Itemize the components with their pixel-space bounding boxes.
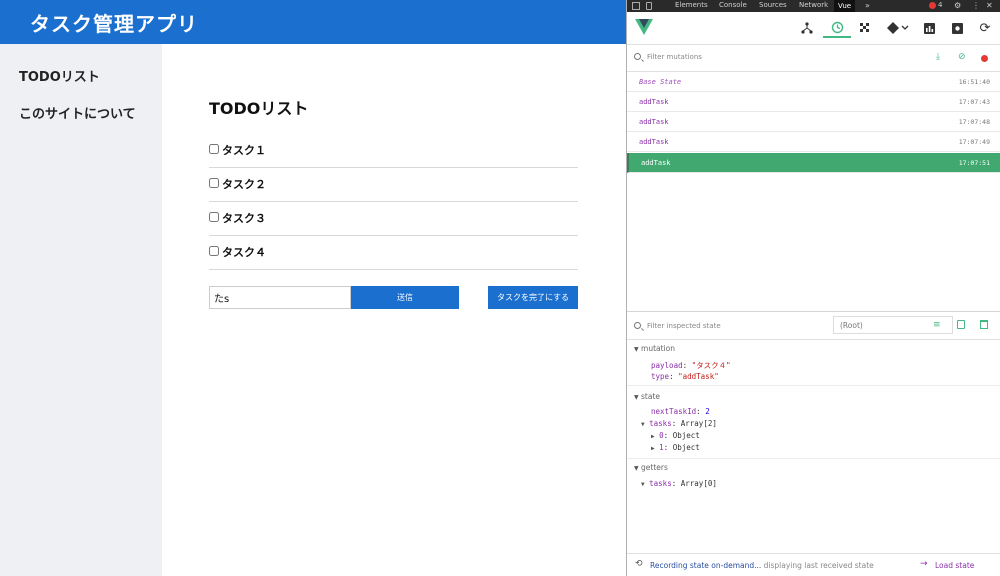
more-tabs-icon[interactable]: » — [865, 1, 870, 10]
mutations-filter-bar: Filter mutations ⤓ ⊘ — [627, 45, 1000, 72]
todo-app: タスク管理アプリ TODOリスト このサイトについて TODOリスト タスク１ … — [0, 0, 626, 576]
section-toggle[interactable]: ▼ getters — [634, 463, 668, 472]
task-item: タスク３ — [209, 202, 578, 236]
revert-all-icon[interactable]: ⊘ — [958, 52, 966, 62]
components-icon[interactable] — [795, 18, 819, 38]
stats-icon[interactable] — [917, 18, 941, 38]
mutation-section: ▼ mutation payload: "タスク４" type: "addTas… — [627, 340, 1000, 386]
complete-tasks-button[interactable]: タスクを完了にする — [488, 286, 578, 309]
app-header: タスク管理アプリ — [0, 0, 626, 44]
copy-icon[interactable] — [957, 320, 965, 329]
task-checkbox[interactable] — [209, 246, 219, 256]
tab-sources[interactable]: Sources — [759, 1, 787, 9]
type-row: type: "addTask" — [651, 372, 719, 381]
mutation-time: 17:07:49 — [958, 138, 990, 146]
getter-row[interactable]: ▼ tasks: Array[0] — [641, 479, 717, 488]
state-section: ▼ state nextTaskId: 2 ▼ tasks: Array[2] … — [627, 387, 1000, 459]
recording-status: Recording state on-demand... displaying … — [650, 561, 874, 570]
vue-toolbar: ⟳ — [627, 12, 1000, 45]
mutation-name: addTask — [639, 98, 669, 106]
state-filter-bar: Filter inspected state (Root) ≡ — [627, 312, 1000, 340]
inspect-element-icon[interactable] — [632, 2, 640, 10]
mutation-row[interactable]: addTask 17:07:48 — [627, 112, 1000, 132]
mutation-time: 17:07:43 — [958, 98, 990, 106]
commit-all-icon[interactable]: ⤓ — [936, 52, 940, 62]
task-checkbox[interactable] — [209, 212, 219, 222]
section-toggle[interactable]: ▼ state — [634, 392, 660, 401]
mutation-name: addTask — [639, 118, 669, 126]
mutation-row[interactable]: addTask 17:07:49 — [627, 132, 1000, 152]
mutation-name: addTask — [639, 138, 669, 146]
state-row[interactable]: ▶ 1: Object — [651, 443, 700, 452]
record-icon[interactable] — [981, 55, 988, 62]
settings-icon[interactable] — [945, 18, 969, 38]
paste-icon[interactable] — [980, 320, 988, 329]
search-icon — [634, 322, 641, 329]
tab-elements[interactable]: Elements — [675, 1, 708, 9]
error-icon — [929, 2, 936, 9]
mutation-row[interactable]: addTask 17:07:43 — [627, 92, 1000, 112]
payload-row: payload: "タスク４" — [651, 361, 731, 370]
task-item: タスク１ — [209, 134, 578, 168]
tab-console[interactable]: Console — [719, 1, 747, 9]
submit-button[interactable]: 送信 — [351, 286, 459, 309]
search-icon — [634, 53, 641, 60]
routing-icon[interactable] — [883, 18, 913, 38]
refresh-icon[interactable]: ⟳ — [973, 18, 997, 38]
load-state-button[interactable]: Load state — [935, 561, 974, 570]
history-icon[interactable] — [823, 18, 851, 38]
devtools-footer: ⟲ Recording state on-demand... displayin… — [627, 553, 1000, 576]
state-row[interactable]: ▶ 0: Object — [651, 431, 700, 440]
main-content: TODOリスト タスク１ タスク２ タスク３ タスク４ 送信 タスクを完了にする — [162, 44, 626, 576]
arrow-right-icon: → — [920, 559, 928, 569]
task-label: タスク３ — [222, 212, 266, 225]
new-task-input[interactable] — [209, 286, 351, 309]
task-checkbox[interactable] — [209, 178, 219, 188]
tab-vue[interactable]: Vue — [834, 0, 856, 12]
recording-icon: ⟲ — [635, 559, 643, 569]
nav-item-about[interactable]: このサイトについて — [19, 103, 136, 122]
getters-section: ▼ getters ▼ tasks: Array[0] — [627, 460, 1000, 496]
mutation-name: addTask — [641, 159, 671, 167]
filter-mutations-input[interactable]: Filter mutations — [647, 53, 702, 61]
mutation-row[interactable]: Base State 16:51:40 — [627, 72, 1000, 92]
task-checkbox[interactable] — [209, 144, 219, 154]
kebab-menu-icon[interactable]: ⋮ — [972, 1, 980, 10]
nav-item-todo-list[interactable]: TODOリスト — [19, 66, 100, 85]
sidebar: TODOリスト このサイトについて — [0, 44, 162, 576]
task-item: タスク２ — [209, 168, 578, 202]
page-title: TODOリスト — [209, 99, 309, 118]
app-title: タスク管理アプリ — [30, 12, 198, 36]
vue-logo-icon — [635, 19, 653, 35]
filter-state-input[interactable]: Filter inspected state — [647, 322, 721, 330]
mutation-time: 17:07:51 — [958, 159, 990, 167]
mutation-row-selected[interactable]: addTask 17:07:51 — [627, 153, 1000, 173]
mutation-time: 17:07:48 — [958, 118, 990, 126]
performance-icon[interactable] — [853, 18, 877, 38]
devtools-panel: Elements Console Sources Network Vue » 4… — [626, 0, 1000, 576]
mutation-name: Base State — [639, 78, 682, 86]
task-label: タスク４ — [222, 246, 266, 259]
close-icon[interactable]: ✕ — [986, 1, 993, 10]
state-row: nextTaskId: 2 — [651, 407, 710, 416]
state-row[interactable]: ▼ tasks: Array[2] — [641, 419, 717, 428]
mutation-time: 16:51:40 — [958, 78, 990, 86]
filter-list-icon[interactable]: ≡ — [933, 320, 941, 330]
settings-gear-icon[interactable]: ⚙ — [954, 1, 961, 10]
devtools-tabbar: Elements Console Sources Network Vue » 4… — [627, 0, 1000, 12]
device-toolbar-icon[interactable] — [646, 2, 652, 10]
task-label: タスク２ — [222, 178, 266, 191]
task-item: タスク４ — [209, 236, 578, 270]
section-toggle[interactable]: ▼ mutation — [634, 344, 675, 353]
tab-network[interactable]: Network — [799, 1, 828, 9]
error-count: 4 — [938, 1, 943, 9]
task-label: タスク１ — [222, 144, 266, 157]
